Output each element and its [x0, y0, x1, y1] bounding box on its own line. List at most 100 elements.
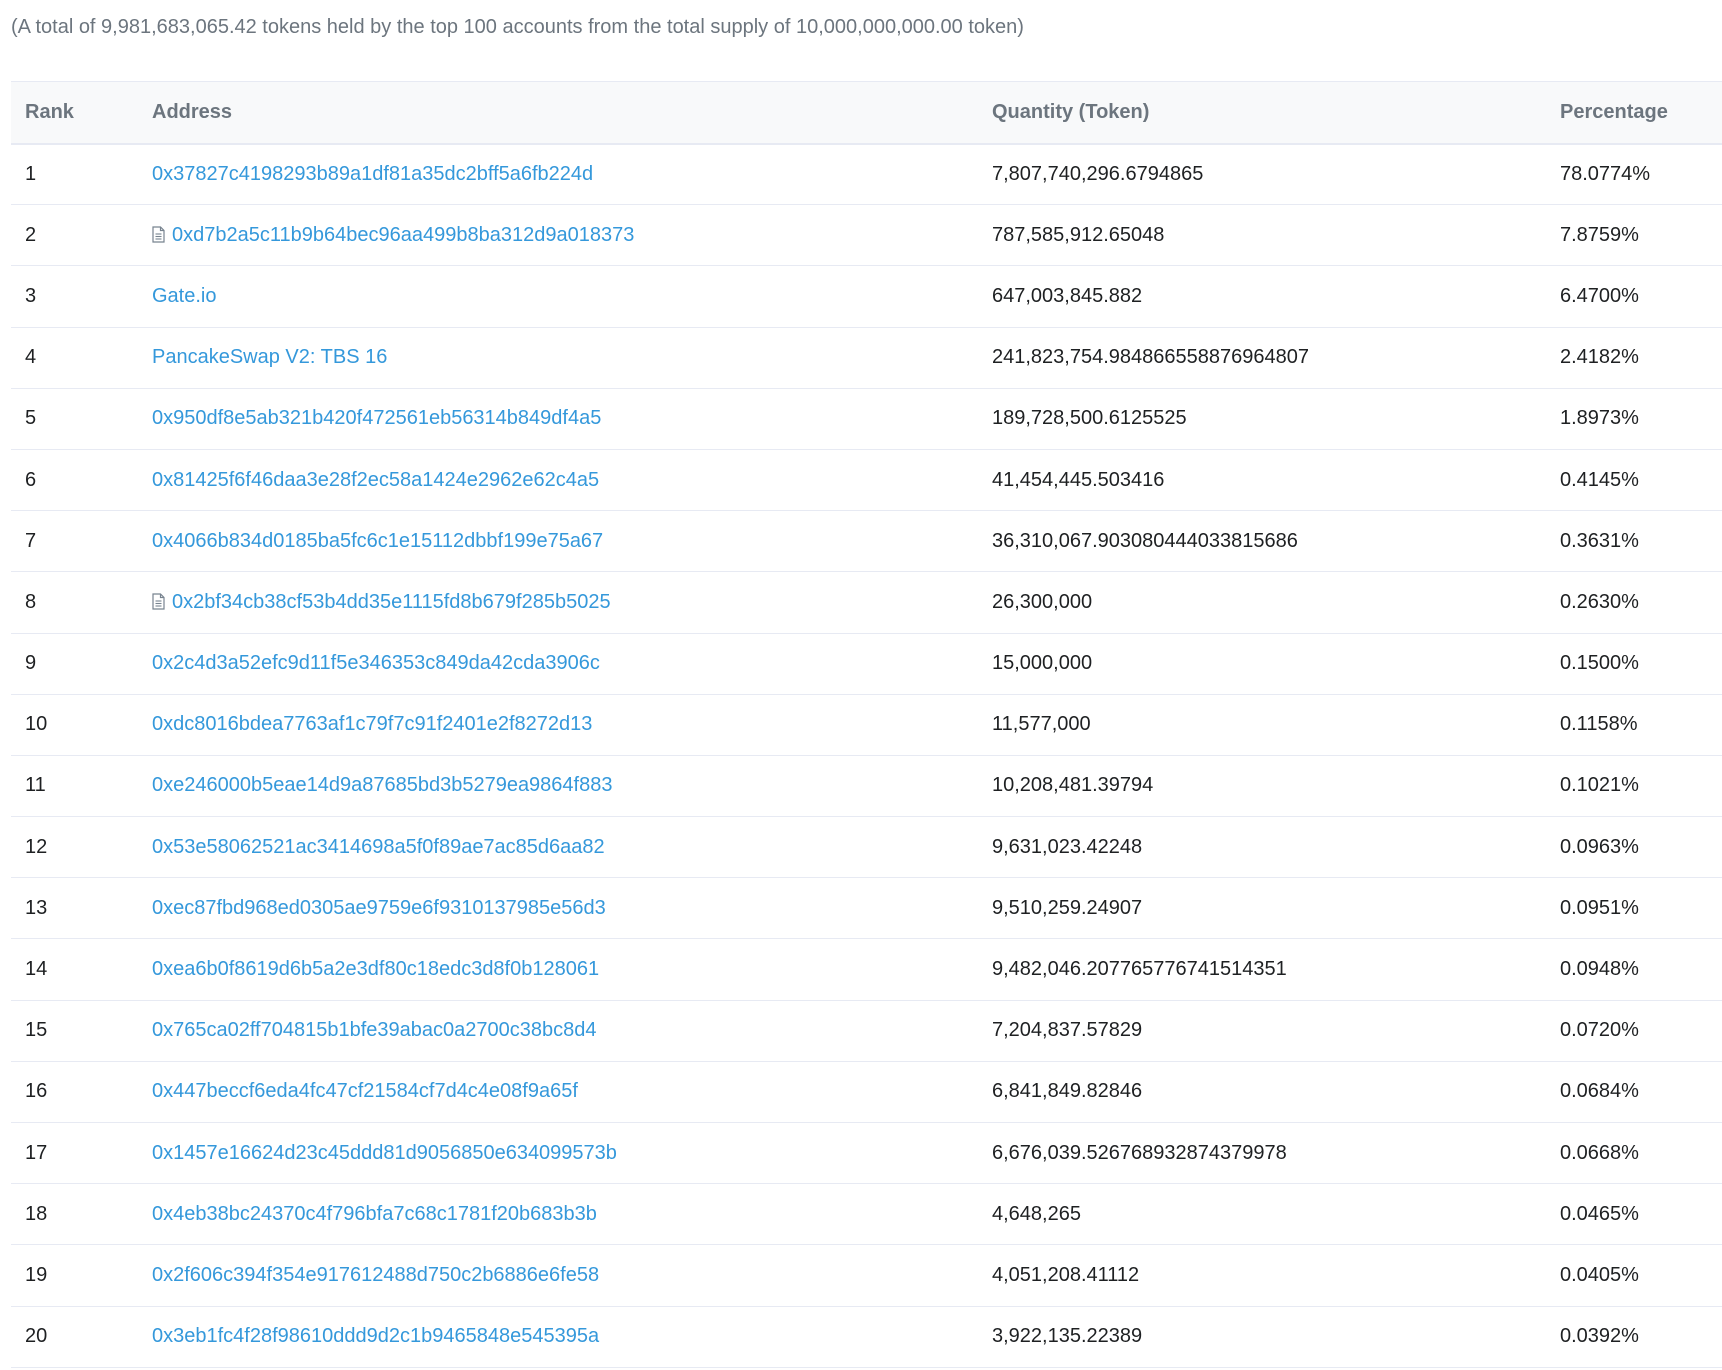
- holder-address-link[interactable]: 0x2bf34cb38cf53b4dd35e1115fd8b679f285b50…: [172, 591, 611, 613]
- cell-address: 0x2bf34cb38cf53b4dd35e1115fd8b679f285b50…: [138, 572, 978, 633]
- holder-address-link[interactable]: 0x4eb38bc24370c4f796bfa7c68c1781f20b683b…: [152, 1203, 597, 1225]
- cell-quantity: 3,922,135.22389: [992, 1325, 1143, 1348]
- holder-address-link[interactable]: 0x1457e16624d23c45ddd81d9056850e63409957…: [152, 1142, 617, 1164]
- holder-address-link[interactable]: 0x2c4d3a52efc9d11f5e346353c849da42cda390…: [152, 652, 600, 674]
- cell-quantity: 41,454,445.503416: [992, 468, 1165, 491]
- cell-quantity: 15,000,000: [992, 652, 1093, 675]
- column-header-quantity: Quantity (Token): [992, 100, 1150, 123]
- holder-address-link[interactable]: 0x37827c4198293b89a1df81a35dc2bff5a6fb22…: [152, 163, 593, 185]
- cell-address: 0x765ca02ff704815b1bfe39abac0a2700c38bc8…: [138, 1000, 978, 1061]
- table-row: 12 0x53e58062521ac3414698a5f0f89ae7ac85d6…: [11, 817, 1722, 878]
- cell-rank: 12: [25, 835, 48, 858]
- table-row: 1 0x37827c4198293b89a1df81a35dc2bff5a6fb2…: [11, 144, 1722, 205]
- cell-percentage: 0.2630%: [1560, 590, 1639, 613]
- cell-address: 0x81425f6f46daa3e28f2ec58a1424e2962e62c4…: [138, 449, 978, 510]
- cell-address: 0x4eb38bc24370c4f796bfa7c68c1781f20b683b…: [138, 1184, 978, 1245]
- cell-percentage: 0.1158%: [1560, 713, 1638, 736]
- table-row: 8 0x2bf34cb38cf53b4dd35e1115fd8b679f285b5…: [11, 572, 1722, 633]
- cell-rank: 16: [25, 1080, 48, 1103]
- cell-percentage: 0.0963%: [1560, 835, 1639, 858]
- cell-address: PancakeSwap V2: TBS 16: [138, 327, 978, 388]
- cell-address: 0x950df8e5ab321b420f472561eb56314b849df4…: [138, 388, 978, 449]
- cell-percentage: 0.0948%: [1560, 958, 1639, 981]
- cell-rank: 8: [25, 590, 37, 613]
- holder-address-link[interactable]: 0x81425f6f46daa3e28f2ec58a1424e2962e62c4…: [152, 469, 599, 491]
- cell-rank: 13: [25, 896, 48, 919]
- table-row: 5 0x950df8e5ab321b420f472561eb56314b849df…: [11, 388, 1722, 450]
- cell-percentage: 7.8759%: [1560, 223, 1639, 246]
- holder-address-link[interactable]: 0xd7b2a5c11b9b64bec96aa499b8ba312d9a0183…: [172, 224, 634, 246]
- cell-rank: 9: [25, 652, 37, 675]
- cell-rank: 19: [25, 1263, 48, 1286]
- cell-quantity: 4,051,208.41112: [992, 1263, 1140, 1286]
- cell-quantity: 7,204,837.57829: [992, 1019, 1143, 1042]
- holder-address-link[interactable]: 0xe246000b5eae14d9a87685bd3b5279ea9864f8…: [152, 774, 612, 796]
- cell-percentage: 0.0405%: [1560, 1263, 1639, 1286]
- cell-quantity: 9,631,023.42248: [992, 835, 1143, 858]
- cell-quantity: 4,648,265: [992, 1202, 1081, 1225]
- cell-quantity: 787,585,912.65048: [992, 223, 1165, 246]
- table-row: 20 0x3eb1fc4f28f98610ddd9d2c1b9465848e545…: [11, 1306, 1722, 1368]
- table-header: Rank Address Quantity (Token) Percentage: [11, 81, 1722, 144]
- cell-address: 0x37827c4198293b89a1df81a35dc2bff5a6fb22…: [138, 144, 978, 205]
- holder-address-link[interactable]: 0xea6b0f8619d6b5a2e3df80c18edc3d8f0b1280…: [152, 958, 599, 980]
- holder-address-link[interactable]: 0x53e58062521ac3414698a5f0f89ae7ac85d6aa…: [152, 836, 605, 858]
- holder-address-link[interactable]: 0x950df8e5ab321b420f472561eb56314b849df4…: [152, 407, 601, 429]
- cell-rank: 7: [25, 529, 37, 552]
- holder-address-link[interactable]: 0xdc8016bdea7763af1c79f7c91f2401e2f8272d…: [152, 713, 592, 735]
- cell-quantity: 26,300,000: [992, 590, 1093, 613]
- holders-summary: (A total of 9,981,683,065.42 tokens held…: [11, 16, 1024, 38]
- cell-rank: 20: [25, 1325, 48, 1348]
- table-row: 16 0x447beccf6eda4fc47cf21584cf7d4c4e08f9…: [11, 1061, 1722, 1123]
- holder-address-link[interactable]: 0x3eb1fc4f28f98610ddd9d2c1b9465848e54539…: [152, 1325, 599, 1347]
- table-row: 13 0xec87fbd968ed0305ae9759e6f9310137985e…: [11, 878, 1722, 939]
- cell-address: 0xd7b2a5c11b9b64bec96aa499b8ba312d9a0183…: [138, 205, 978, 266]
- cell-percentage: 0.1021%: [1560, 774, 1639, 797]
- table-row: 14 0xea6b0f8619d6b5a2e3df80c18edc3d8f0b12…: [11, 939, 1722, 1001]
- cell-quantity: 241,823,754.984866558876964807: [992, 346, 1309, 369]
- cell-address: 0x1457e16624d23c45ddd81d9056850e63409957…: [138, 1123, 978, 1184]
- cell-percentage: 0.0465%: [1560, 1202, 1639, 1225]
- cell-percentage: 1.8973%: [1560, 407, 1639, 430]
- table-row: 7 0x4066b834d0185ba5fc6c1e15112dbbf199e75…: [11, 511, 1722, 572]
- cell-address: 0xe246000b5eae14d9a87685bd3b5279ea9864f8…: [138, 755, 978, 816]
- cell-percentage: 0.0668%: [1560, 1141, 1639, 1164]
- holder-address-link[interactable]: Gate.io: [152, 285, 216, 307]
- cell-address: 0xec87fbd968ed0305ae9759e6f9310137985e56…: [138, 878, 978, 939]
- table-row: 15 0x765ca02ff704815b1bfe39abac0a2700c38b…: [11, 1000, 1722, 1062]
- cell-percentage: 0.1500%: [1560, 652, 1639, 675]
- cell-quantity: 36,310,067.903080444033815686: [992, 529, 1298, 552]
- holders-table: Rank Address Quantity (Token) Percentage…: [11, 81, 1722, 1368]
- cell-rank: 17: [25, 1141, 48, 1164]
- column-header-percentage: Percentage: [1560, 100, 1668, 123]
- cell-percentage: 6.4700%: [1560, 284, 1639, 307]
- cell-percentage: 0.0951%: [1560, 896, 1639, 919]
- cell-address: 0xdc8016bdea7763af1c79f7c91f2401e2f8272d…: [138, 694, 978, 755]
- cell-quantity: 9,482,046.207765776741514351: [992, 958, 1287, 981]
- table-row: 4 PancakeSwap V2: TBS 16 241,823,754.98486…: [11, 327, 1722, 389]
- cell-percentage: 0.0684%: [1560, 1080, 1639, 1103]
- cell-address: 0x447beccf6eda4fc47cf21584cf7d4c4e08f9a6…: [138, 1061, 978, 1122]
- cell-rank: 18: [25, 1202, 48, 1225]
- cell-quantity: 189,728,500.6125525: [992, 407, 1187, 430]
- cell-address: 0x2c4d3a52efc9d11f5e346353c849da42cda390…: [138, 633, 978, 694]
- holder-address-link[interactable]: 0x4066b834d0185ba5fc6c1e15112dbbf199e75a…: [152, 530, 603, 552]
- cell-rank: 1: [25, 162, 37, 185]
- cell-address: 0x3eb1fc4f28f98610ddd9d2c1b9465848e54539…: [138, 1306, 978, 1367]
- cell-percentage: 0.0392%: [1560, 1325, 1639, 1348]
- cell-quantity: 647,003,845.882: [992, 284, 1143, 307]
- cell-quantity: 6,676,039.526768932874379978: [992, 1141, 1287, 1164]
- table-row: 3 Gate.io 647,003,845.882 6.4700%: [11, 266, 1722, 328]
- holder-address-link[interactable]: 0xec87fbd968ed0305ae9759e6f9310137985e56…: [152, 897, 606, 919]
- contract-file-icon: [152, 593, 165, 610]
- cell-percentage: 0.4145%: [1560, 468, 1639, 491]
- holder-address-link[interactable]: 0x447beccf6eda4fc47cf21584cf7d4c4e08f9a6…: [152, 1080, 578, 1102]
- cell-percentage: 2.4182%: [1560, 346, 1639, 369]
- holder-address-link[interactable]: 0x765ca02ff704815b1bfe39abac0a2700c38bc8…: [152, 1019, 597, 1041]
- holder-address-link[interactable]: PancakeSwap V2: TBS 16: [152, 346, 387, 368]
- column-header-address: Address: [152, 100, 233, 123]
- cell-rank: 11: [25, 774, 46, 797]
- cell-quantity: 9,510,259.24907: [992, 896, 1143, 919]
- table-header-row: Rank Address Quantity (Token) Percentage: [11, 81, 1722, 144]
- holder-address-link[interactable]: 0x2f606c394f354e917612488d750c2b6886e6fe…: [152, 1264, 599, 1286]
